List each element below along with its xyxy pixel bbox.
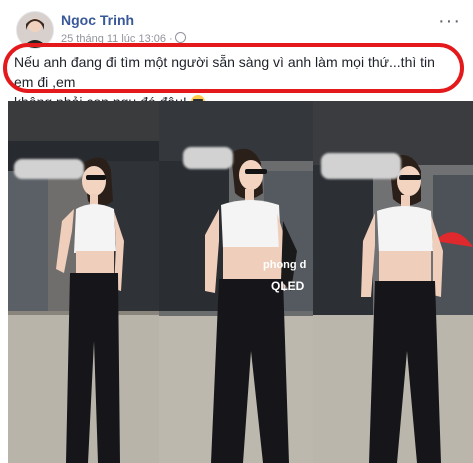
- photo-3[interactable]: [313, 101, 473, 463]
- photo-1[interactable]: [8, 101, 159, 463]
- post-timestamp[interactable]: 25 tháng 11 lúc 13:06 ·: [61, 32, 186, 45]
- qled-sign-text: QLED: [271, 279, 305, 293]
- more-options-icon[interactable]: ···: [438, 10, 461, 33]
- store-sign-text: phong d: [263, 259, 307, 271]
- globe-icon: [174, 32, 186, 43]
- author-avatar[interactable]: [16, 11, 54, 49]
- timestamp-text[interactable]: 25 tháng 11 lúc 13:06 ·: [61, 33, 173, 45]
- blurred-watermark: [183, 147, 233, 169]
- photo-2[interactable]: phong d QLED: [159, 101, 313, 463]
- author-name[interactable]: Ngoc Trinh: [61, 12, 134, 28]
- post-header: Ngoc Trinh 25 tháng 11 lúc 13:06 · ···: [0, 0, 473, 49]
- photo-grid: phong d QLED: [8, 101, 473, 463]
- blurred-watermark: [14, 159, 84, 179]
- caption-line-1: Nếu anh đang đi tìm một người sẵn sàng v…: [14, 54, 435, 90]
- blurred-watermark: [321, 153, 401, 179]
